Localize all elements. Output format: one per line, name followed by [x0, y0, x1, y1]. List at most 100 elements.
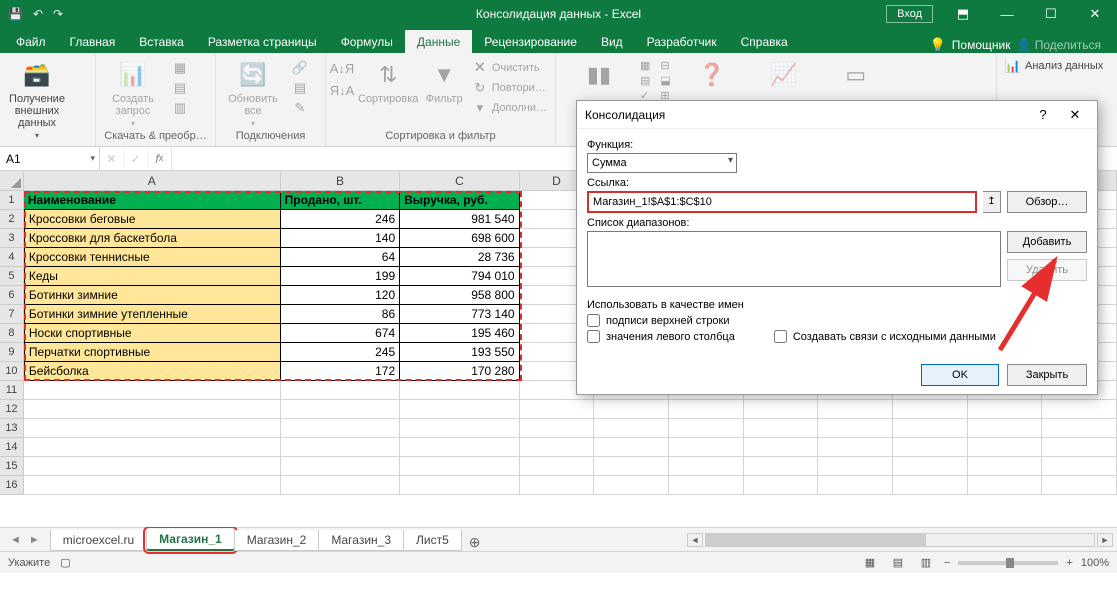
sheet-prev-icon[interactable]: ◄ [10, 534, 21, 546]
cell[interactable] [281, 419, 400, 438]
cell[interactable]: 674 [281, 324, 400, 343]
col-header[interactable]: C [400, 171, 519, 190]
cell[interactable] [24, 457, 281, 476]
cell[interactable] [281, 476, 400, 495]
row-header[interactable]: 15 [0, 457, 24, 476]
ribbon-options-icon[interactable]: ⬒ [941, 0, 985, 28]
cell[interactable]: 170 280 [400, 362, 519, 381]
cell[interactable] [281, 400, 400, 419]
lightbulb-icon[interactable]: 💡 [930, 37, 946, 53]
cell[interactable] [24, 419, 281, 438]
sort-desc[interactable]: Я↓А [332, 81, 352, 99]
sheet-next-icon[interactable]: ► [29, 534, 40, 546]
cell[interactable] [400, 476, 519, 495]
tab-pagelayout[interactable]: Разметка страницы [196, 30, 329, 53]
cell[interactable] [893, 476, 968, 495]
row-header[interactable]: 8 [0, 324, 24, 343]
cell[interactable] [968, 438, 1043, 457]
rb-small-2[interactable]: ▤ [170, 79, 190, 97]
zoom-out-icon[interactable]: − [944, 557, 950, 569]
cell[interactable] [400, 400, 519, 419]
cell[interactable] [818, 419, 893, 438]
cell[interactable] [400, 381, 519, 400]
rb-small-1[interactable]: ▦ [170, 59, 190, 77]
row-header[interactable]: 1 [0, 191, 24, 210]
minimize-icon[interactable]: — [985, 0, 1029, 28]
cell[interactable]: 773 140 [400, 305, 519, 324]
hscroll-left-icon[interactable]: ◄ [687, 533, 703, 547]
rb-conn-3[interactable]: ✎ [290, 99, 310, 117]
clear-filter[interactable]: 🗙Очистить [470, 59, 549, 77]
row-header[interactable]: 14 [0, 438, 24, 457]
reapply-filter[interactable]: ↻Повтори… [470, 79, 549, 97]
cell[interactable] [893, 438, 968, 457]
cell[interactable]: 958 800 [400, 286, 519, 305]
tab-help[interactable]: Справка [729, 30, 800, 53]
sheet-tab[interactable]: Лист5 [403, 530, 462, 551]
cell[interactable]: Ботинки зимние [24, 286, 281, 305]
fx-icon[interactable]: fx [148, 147, 172, 170]
create-links-checkbox[interactable]: Создавать связи с исходными данными [774, 330, 996, 343]
cell[interactable] [669, 400, 744, 419]
cell[interactable] [520, 476, 595, 495]
cell[interactable]: 120 [281, 286, 400, 305]
cell[interactable] [520, 438, 595, 457]
outline[interactable]: ▭ [825, 57, 887, 91]
tab-file[interactable]: Файл [4, 30, 58, 53]
row-header[interactable]: 2 [0, 210, 24, 229]
view-pagebreak-icon[interactable]: ▥ [916, 555, 936, 571]
hscroll-track[interactable] [705, 533, 1095, 547]
sheet-tab[interactable]: microexcel.ru [50, 530, 147, 551]
maximize-icon[interactable]: ☐ [1029, 0, 1073, 28]
sort-button[interactable]: ⇅Сортировка [358, 57, 418, 105]
view-pagelayout-icon[interactable]: ▤ [888, 555, 908, 571]
cell[interactable] [669, 438, 744, 457]
rb-conn-2[interactable]: ▤ [290, 79, 310, 97]
left-col-checkbox[interactable]: значения левого столбца [587, 330, 744, 343]
cell[interactable] [594, 419, 669, 438]
cell[interactable] [520, 457, 595, 476]
cell[interactable] [520, 419, 595, 438]
cell[interactable] [400, 438, 519, 457]
cell[interactable] [818, 476, 893, 495]
select-all-corner[interactable] [0, 171, 24, 190]
cell[interactable] [968, 457, 1043, 476]
tab-home[interactable]: Главная [58, 30, 128, 53]
cancel-icon[interactable]: ✕ [100, 147, 124, 170]
row-header[interactable]: 10 [0, 362, 24, 381]
close-button[interactable]: Закрыть [1007, 364, 1087, 386]
cell[interactable] [1042, 457, 1117, 476]
zoom-slider[interactable] [958, 561, 1058, 565]
data-analysis[interactable]: 📊Анализ данных [1003, 57, 1105, 75]
cell[interactable] [594, 438, 669, 457]
text-to-columns[interactable]: ▮▮ [568, 57, 630, 91]
sheet-tab[interactable]: Магазин_3 [318, 530, 404, 551]
cell[interactable] [968, 400, 1043, 419]
rb-small-3[interactable]: ▥ [170, 99, 190, 117]
row-header[interactable]: 13 [0, 419, 24, 438]
cell[interactable] [24, 400, 281, 419]
cell[interactable]: 64 [281, 248, 400, 267]
sort-asc[interactable]: А↓Я [332, 59, 352, 77]
cell[interactable]: Кеды [24, 267, 281, 286]
cell[interactable] [968, 419, 1043, 438]
cell[interactable]: Кроссовки теннисные [24, 248, 281, 267]
cell[interactable]: 172 [281, 362, 400, 381]
ranges-list[interactable] [587, 231, 1001, 287]
tell-me[interactable]: Помощник [952, 38, 1011, 52]
cell[interactable]: 246 [281, 210, 400, 229]
dialog-help-icon[interactable]: ? [1029, 103, 1057, 127]
row-header[interactable]: 16 [0, 476, 24, 495]
forecast[interactable]: 📈 [753, 57, 815, 91]
cell[interactable] [744, 438, 819, 457]
undo-icon[interactable]: ↶ [33, 7, 43, 21]
cell[interactable] [669, 476, 744, 495]
cell[interactable]: Кроссовки для баскетбола [24, 229, 281, 248]
cell[interactable]: Кроссовки беговые [24, 210, 281, 229]
cell[interactable] [818, 457, 893, 476]
top-row-checkbox[interactable]: подписи верхней строки [587, 314, 744, 327]
hscroll-thumb[interactable] [706, 534, 926, 546]
redo-icon[interactable]: ↷ [53, 7, 63, 21]
cell[interactable]: 794 010 [400, 267, 519, 286]
cell[interactable]: Выручка, руб. [400, 191, 519, 210]
